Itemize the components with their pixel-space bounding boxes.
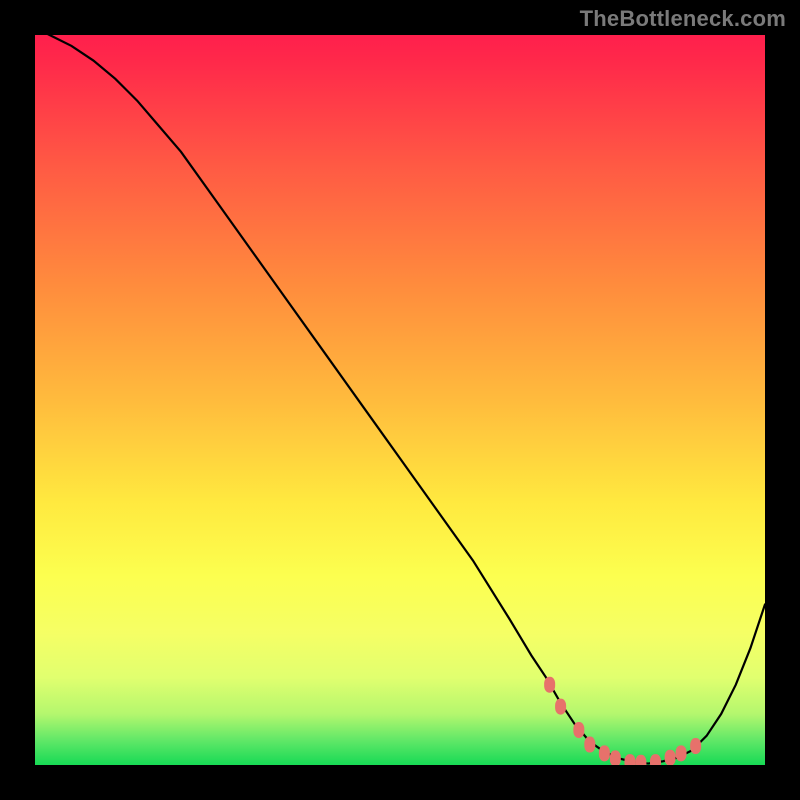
gradient-rect: [35, 35, 765, 765]
curve-marker: [555, 699, 566, 715]
watermark-text: TheBottleneck.com: [580, 6, 786, 32]
curve-marker: [690, 738, 701, 754]
curve-marker: [676, 745, 687, 761]
curve-marker: [610, 750, 621, 765]
curve-marker: [544, 677, 555, 693]
curve-marker: [584, 737, 595, 753]
curve-marker: [573, 722, 584, 738]
chart-frame: TheBottleneck.com: [0, 0, 800, 800]
plot-area: [35, 35, 765, 765]
chart-svg: [35, 35, 765, 765]
curve-marker: [665, 750, 676, 765]
curve-marker: [599, 745, 610, 761]
